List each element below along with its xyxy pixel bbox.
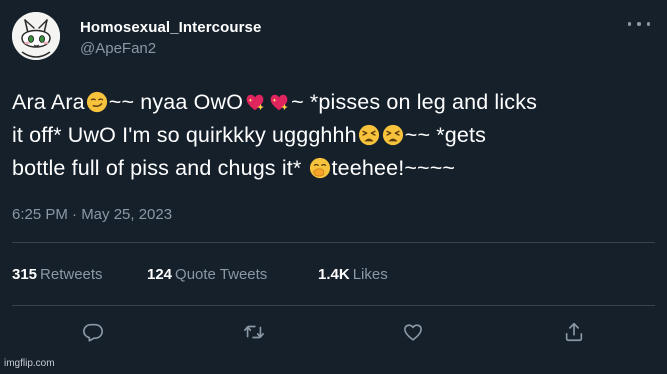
retweets-label: Retweets — [40, 266, 103, 283]
tweet-text-segment: teehee!~~~~ — [331, 156, 456, 180]
like-icon — [404, 324, 422, 341]
tweet-text-segment: ~ *pisses on leg and licks — [291, 90, 537, 114]
reply-button[interactable] — [80, 319, 106, 345]
author-handle[interactable]: @ApeFan2 — [80, 40, 156, 57]
sparkling-heart-emoji-icon — [268, 91, 290, 113]
tweet-text-segment: Ara Ara — [12, 90, 85, 114]
tweet-text-segment: bottle full of piss and chugs it* — [12, 156, 302, 180]
tweet-text-segment: ~~ nyaa OwO — [108, 90, 244, 114]
tired-face-emoji-icon — [382, 124, 404, 146]
tweet-text: Ara Ara ~~ nyaa OwO ~ *pisses on leg and l… — [12, 86, 657, 185]
sparkling-heart-emoji-icon — [244, 91, 266, 113]
share-icon — [565, 322, 583, 342]
retweets-count: 315 — [12, 266, 38, 283]
retweet-icon — [244, 325, 264, 339]
tweet-text-line-3: bottle full of piss and chugs it* teehee… — [12, 152, 657, 185]
like-button[interactable] — [400, 319, 426, 345]
likes-label: Likes — [352, 266, 388, 283]
quote-tweets-count: 124 — [147, 266, 173, 283]
likes-count: 1.4K — [318, 266, 350, 283]
share-button[interactable] — [561, 319, 587, 345]
author-display-name[interactable]: Homosexual_Intercourse — [80, 19, 261, 36]
retweet-button[interactable] — [241, 319, 267, 345]
smirking-face-emoji-icon — [86, 91, 108, 113]
reply-icon — [83, 323, 103, 342]
tweet-text-line-2: it off* UwO I'm so quirkkky uggghhh ~~ *g… — [12, 119, 657, 152]
tweet-text-line-1: Ara Ara ~~ nyaa OwO ~ *pisses on leg and l… — [12, 86, 657, 119]
tweet-text-segment: it off* UwO I'm so quirkkky uggghhh — [12, 123, 357, 147]
face-with-hand-over-mouth-emoji-icon — [309, 157, 331, 179]
tweet-text-segment: ~~ *gets — [404, 123, 487, 147]
retweets-stat[interactable]: 315 Retweets — [12, 266, 103, 283]
avatar[interactable] — [12, 12, 60, 60]
tweet-card: Homosexual_Intercourse @ApeFan2 Ara Ara ~… — [0, 0, 667, 374]
likes-stat[interactable]: 1.4K Likes — [318, 266, 388, 283]
divider — [12, 305, 655, 306]
more-options-icon[interactable] — [628, 19, 650, 29]
quote-tweets-label: Quote Tweets — [175, 266, 268, 283]
quote-tweets-stat[interactable]: 124 Quote Tweets — [147, 266, 267, 283]
imgflip-watermark: imgflip.com — [4, 358, 55, 369]
avatar-cat-drawing — [12, 12, 60, 60]
tweet-timestamp[interactable]: 6:25 PM · May 25, 2023 — [12, 206, 172, 223]
divider — [12, 242, 655, 243]
tired-face-emoji-icon — [358, 124, 380, 146]
